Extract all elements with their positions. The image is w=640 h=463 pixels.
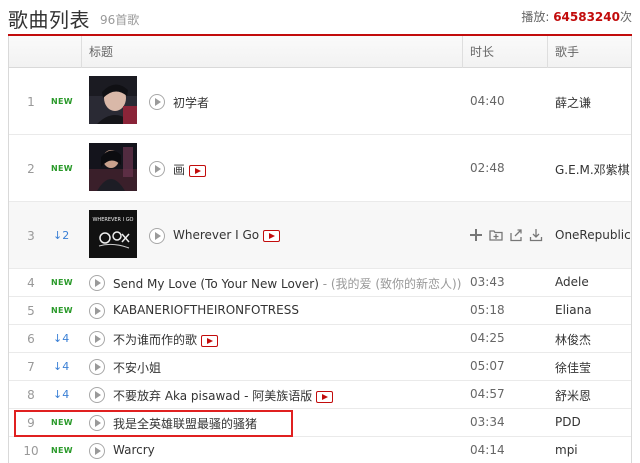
- song-title[interactable]: KABANERIOFTHEIRONFOTRESS: [113, 303, 299, 317]
- rank-number: 6: [27, 332, 35, 346]
- rank-change-badge: ↓4: [53, 332, 70, 345]
- add-icon[interactable]: [469, 228, 483, 242]
- rank-number: 8: [27, 388, 35, 402]
- duration: 02:48: [470, 161, 505, 175]
- play-icon[interactable]: [89, 359, 105, 375]
- highlight-box: [14, 410, 293, 437]
- song-title-text[interactable]: Warcry: [113, 443, 155, 457]
- duration: 05:18: [470, 303, 505, 317]
- list-header: 歌曲列表 96首歌 播放: 64583240次: [0, 0, 640, 34]
- mv-icon[interactable]: [263, 229, 281, 242]
- duration: 04:57: [470, 387, 505, 401]
- column-header-title: 标题: [89, 45, 114, 59]
- share-icon[interactable]: [509, 228, 523, 242]
- song-title-text[interactable]: 不要放弃 Aka pisawad - 阿美族语版: [113, 389, 312, 403]
- play-icon[interactable]: [149, 94, 165, 110]
- add-to-playlist-icon[interactable]: [489, 228, 503, 242]
- new-badge: NEW: [51, 306, 73, 315]
- song-title-text[interactable]: Wherever I Go: [173, 228, 259, 242]
- table-row[interactable]: 3 ↓2 WHEREVER I GO Wherever I Go OneRepublic: [9, 202, 631, 269]
- table-row[interactable]: 8 ↓4 不要放弃 Aka pisawad - 阿美族语版 04:57 舒米恩: [9, 381, 631, 409]
- page-title: 歌曲列表: [8, 8, 90, 32]
- play-count: 播放: 64583240次: [521, 10, 632, 24]
- duration: 04:25: [470, 331, 505, 345]
- album-cover[interactable]: WHEREVER I GO: [89, 210, 137, 258]
- song-count: 96首歌: [100, 13, 140, 27]
- table-row[interactable]: 1 NEW 初学者 04:40 薛之谦: [9, 68, 631, 135]
- table-row[interactable]: 7 ↓4 不安小姐 05:07 徐佳莹: [9, 353, 631, 381]
- song-title-text[interactable]: 不为谁而作的歌: [113, 333, 197, 347]
- rank-number: 1: [27, 95, 35, 109]
- album-cover[interactable]: [89, 76, 137, 124]
- new-badge: NEW: [51, 164, 73, 173]
- rank-number: 7: [27, 360, 35, 374]
- play-icon[interactable]: [89, 275, 105, 291]
- cover-text: WHEREVER I GO: [92, 217, 133, 223]
- song-title-text[interactable]: 初学者: [173, 96, 209, 110]
- table-header: 标题 时长 歌手: [9, 36, 631, 68]
- artist-name[interactable]: mpi: [555, 443, 578, 457]
- artist-name[interactable]: OneRepublic: [555, 228, 631, 242]
- play-icon[interactable]: [149, 161, 165, 177]
- download-icon[interactable]: [529, 228, 543, 242]
- rank-number: 5: [27, 304, 35, 318]
- table-row[interactable]: 2 NEW 画 02:48 G.E.M.邓紫棋: [9, 135, 631, 202]
- artist-name[interactable]: 徐佳莹: [555, 359, 591, 376]
- song-title[interactable]: 画: [173, 161, 207, 178]
- column-header-artist: 歌手: [555, 45, 580, 59]
- play-icon[interactable]: [89, 387, 105, 403]
- new-badge: NEW: [51, 97, 73, 106]
- column-header-duration: 时长: [470, 45, 495, 59]
- song-title-text[interactable]: 画: [173, 163, 185, 177]
- play-icon[interactable]: [89, 331, 105, 347]
- rank-change-badge: ↓4: [53, 388, 70, 401]
- artist-name[interactable]: 薛之谦: [555, 94, 591, 111]
- song-title-text[interactable]: Send My Love (To Your New Lover): [113, 277, 319, 291]
- table-row[interactable]: 10 NEW Warcry 04:14 mpi: [9, 437, 631, 463]
- mv-icon[interactable]: [189, 164, 207, 177]
- song-subtitle: - (我的爱 (致你的新恋人)): [318, 277, 462, 291]
- rank-number: 10: [23, 444, 39, 458]
- song-title[interactable]: 初学者: [173, 94, 209, 111]
- play-count-value: 64583240: [553, 10, 620, 24]
- song-title[interactable]: 不为谁而作的歌: [113, 331, 219, 348]
- table-body: 1 NEW 初学者 04:40 薛之谦 2 NEW 画 02:48 G.E.M.邓紫棋 3 ↓2 WHE…: [9, 68, 631, 463]
- play-icon[interactable]: [89, 443, 105, 459]
- song-title[interactable]: Warcry: [113, 443, 155, 457]
- duration: 04:14: [470, 443, 505, 457]
- rank-number: 2: [27, 162, 35, 176]
- artist-name[interactable]: PDD: [555, 415, 581, 429]
- table-row[interactable]: 6 ↓4 不为谁而作的歌 04:25 林俊杰: [9, 325, 631, 353]
- artist-name[interactable]: Eliana: [555, 303, 592, 317]
- mv-icon[interactable]: [201, 334, 219, 347]
- song-title[interactable]: Wherever I Go: [173, 228, 281, 242]
- artist-name[interactable]: 舒米恩: [555, 387, 591, 404]
- duration: 04:40: [470, 94, 505, 108]
- table-row[interactable]: 4 NEW Send My Love (To Your New Lover) - (…: [9, 269, 631, 297]
- rank-number: 4: [27, 276, 35, 290]
- song-title-text[interactable]: 不安小姐: [113, 361, 161, 375]
- rank-change-badge: ↓2: [53, 229, 70, 242]
- play-icon[interactable]: [149, 228, 165, 244]
- play-icon[interactable]: [89, 303, 105, 319]
- song-title[interactable]: 不安小姐: [113, 359, 161, 376]
- duration: 05:07: [470, 359, 505, 373]
- song-title[interactable]: Send My Love (To Your New Lover) - (我的爱 …: [113, 275, 461, 292]
- rank-change-badge: ↓4: [53, 360, 70, 373]
- rank-number: 3: [27, 229, 35, 243]
- artist-name[interactable]: Adele: [555, 275, 589, 289]
- table-row[interactable]: 5 NEW KABANERIOFTHEIRONFOTRESS 05:18 Eliana: [9, 297, 631, 325]
- album-cover[interactable]: [89, 143, 137, 191]
- song-table: 标题 时长 歌手 1 NEW 初学者 04:40 薛之谦 2 NEW 画 02:48 G.E.M.…: [8, 36, 632, 463]
- song-title[interactable]: 不要放弃 Aka pisawad - 阿美族语版: [113, 387, 334, 404]
- new-badge: NEW: [51, 446, 73, 455]
- new-badge: NEW: [51, 278, 73, 287]
- mv-icon[interactable]: [316, 390, 334, 403]
- duration: 03:34: [470, 415, 505, 429]
- song-title-text[interactable]: KABANERIOFTHEIRONFOTRESS: [113, 303, 299, 317]
- artist-name[interactable]: G.E.M.邓紫棋: [555, 161, 630, 178]
- artist-name[interactable]: 林俊杰: [555, 331, 591, 348]
- duration: 03:43: [470, 275, 505, 289]
